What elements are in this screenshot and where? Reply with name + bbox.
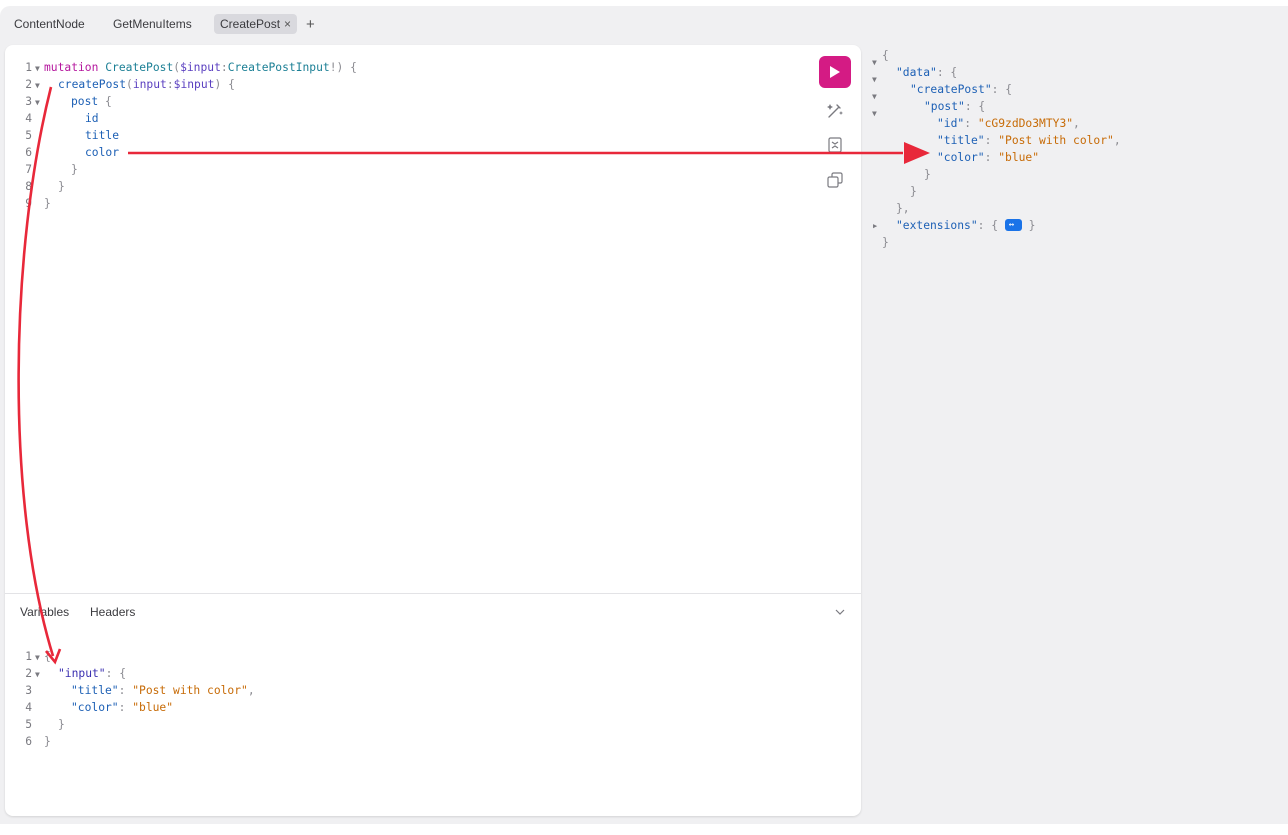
variables-editor[interactable]: 1 ▼ 2 ▼ 3 4 5 6 { "input": { "title": "P… <box>5 645 845 805</box>
code-line: "title": "Post with color", <box>71 684 255 697</box>
line-number: 6 <box>25 146 32 159</box>
code-line: createPost(input:$input) { <box>58 78 235 91</box>
line-number: 2 <box>25 667 32 680</box>
expand-arrow-icon[interactable]: ▶ <box>873 222 877 230</box>
code-line: "color": "blue" <box>71 701 174 714</box>
line-number: 3 <box>25 95 32 108</box>
tab-headers[interactable]: Headers <box>90 605 135 619</box>
line-number: 9 <box>25 197 32 210</box>
fold-arrow-icon[interactable]: ▼ <box>872 58 877 67</box>
tab-label: ContentNode <box>14 17 85 31</box>
fold-arrow-icon[interactable]: ▼ <box>35 98 40 107</box>
code-line: } <box>71 163 78 176</box>
json-line: }, <box>896 202 910 215</box>
tab-createpost[interactable]: CreatePost × <box>214 14 298 34</box>
line-number: 5 <box>25 718 32 731</box>
expand-extensions-button[interactable] <box>1004 217 1022 234</box>
fold-arrow-icon[interactable]: ▼ <box>35 653 40 662</box>
chevron-down-icon[interactable] <box>833 605 847 619</box>
code-line: title <box>85 129 120 142</box>
fold-arrow-icon[interactable]: ▼ <box>35 64 40 73</box>
code-line: } <box>58 180 65 193</box>
code-line: post { <box>71 95 112 108</box>
json-line: { <box>882 49 889 62</box>
json-line: } <box>924 168 931 181</box>
line-number: 1 <box>25 61 32 74</box>
json-line: "createPost": { <box>910 83 1013 96</box>
line-number: 1 <box>25 650 32 663</box>
json-line: } <box>910 185 917 198</box>
line-number: 4 <box>25 112 32 125</box>
line-number: 7 <box>25 163 32 176</box>
editor-panel: 1 ▼ 2 ▼ 3 ▼ 4 5 6 7 8 9 mutation CreateP… <box>5 45 861 816</box>
code-line: id <box>85 112 99 125</box>
json-line: } <box>882 236 889 249</box>
tab-bar: ContentNode GetMenuItems CreatePost × + <box>0 6 1288 40</box>
tab-contentnode[interactable]: ContentNode <box>8 14 91 34</box>
json-line: "title": "Post with color", <box>937 134 1121 147</box>
prettify-icon[interactable] <box>825 100 845 120</box>
fold-arrow-icon[interactable]: ▼ <box>872 75 877 84</box>
json-line: "color": "blue" <box>937 151 1040 164</box>
line-number: 8 <box>25 180 32 193</box>
merge-fragments-icon[interactable] <box>825 135 845 155</box>
tab-label: CreatePost <box>220 17 281 31</box>
code-line: color <box>85 146 120 159</box>
close-tab-icon[interactable]: × <box>284 17 291 31</box>
line-number: 3 <box>25 684 32 697</box>
tab-label: GetMenuItems <box>113 17 192 31</box>
line-number: 5 <box>25 129 32 142</box>
run-button[interactable] <box>819 56 851 88</box>
copy-icon[interactable] <box>825 170 845 190</box>
fold-arrow-icon[interactable]: ▼ <box>872 92 877 101</box>
code-line: } <box>44 197 51 210</box>
json-line: "data": { <box>896 66 958 79</box>
fold-arrow-icon[interactable]: ▼ <box>35 670 40 679</box>
json-line: "post": { <box>924 100 986 113</box>
code-line: } <box>58 718 65 731</box>
line-number: 2 <box>25 78 32 91</box>
code-line: "input": { <box>58 667 127 680</box>
tab-getmenuitems[interactable]: GetMenuItems <box>107 14 198 34</box>
code-line: mutation CreatePost($input:CreatePostInp… <box>44 61 357 74</box>
tab-variables[interactable]: Variables <box>20 605 69 619</box>
code-line: } <box>44 735 51 748</box>
play-icon <box>830 66 840 78</box>
query-editor[interactable]: 1 ▼ 2 ▼ 3 ▼ 4 5 6 7 8 9 mutation CreateP… <box>5 45 805 585</box>
fold-arrow-icon[interactable]: ▼ <box>35 81 40 90</box>
code-line: { <box>44 650 51 663</box>
response-panel: ▼ { ▼ "data": { ▼ "createPost": { ▼ "pos… <box>866 45 1288 816</box>
fold-arrow-icon[interactable]: ▼ <box>872 109 877 118</box>
editor-divider <box>5 593 861 594</box>
json-line: "extensions": { } <box>896 217 1035 234</box>
json-line: "id": "cG9zdDo3MTY3", <box>937 117 1080 130</box>
line-number: 6 <box>25 735 32 748</box>
graphiql-app: ContentNode GetMenuItems CreatePost × + 1… <box>0 6 1288 824</box>
add-tab-button[interactable]: + <box>306 16 315 33</box>
line-number: 4 <box>25 701 32 714</box>
